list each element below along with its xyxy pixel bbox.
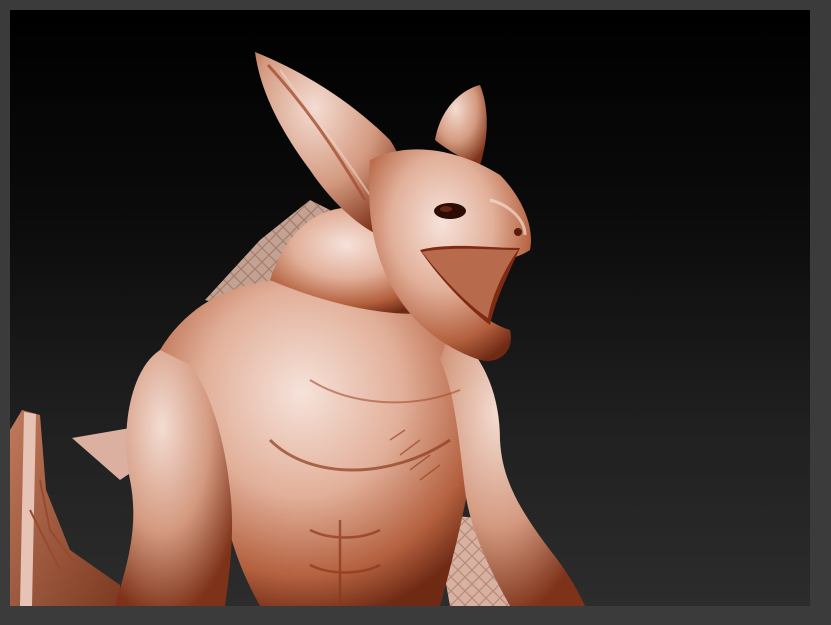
sculpt-model[interactable]: [10, 10, 810, 606]
app-frame: [0, 0, 831, 625]
canvas-viewport[interactable]: [10, 10, 810, 606]
